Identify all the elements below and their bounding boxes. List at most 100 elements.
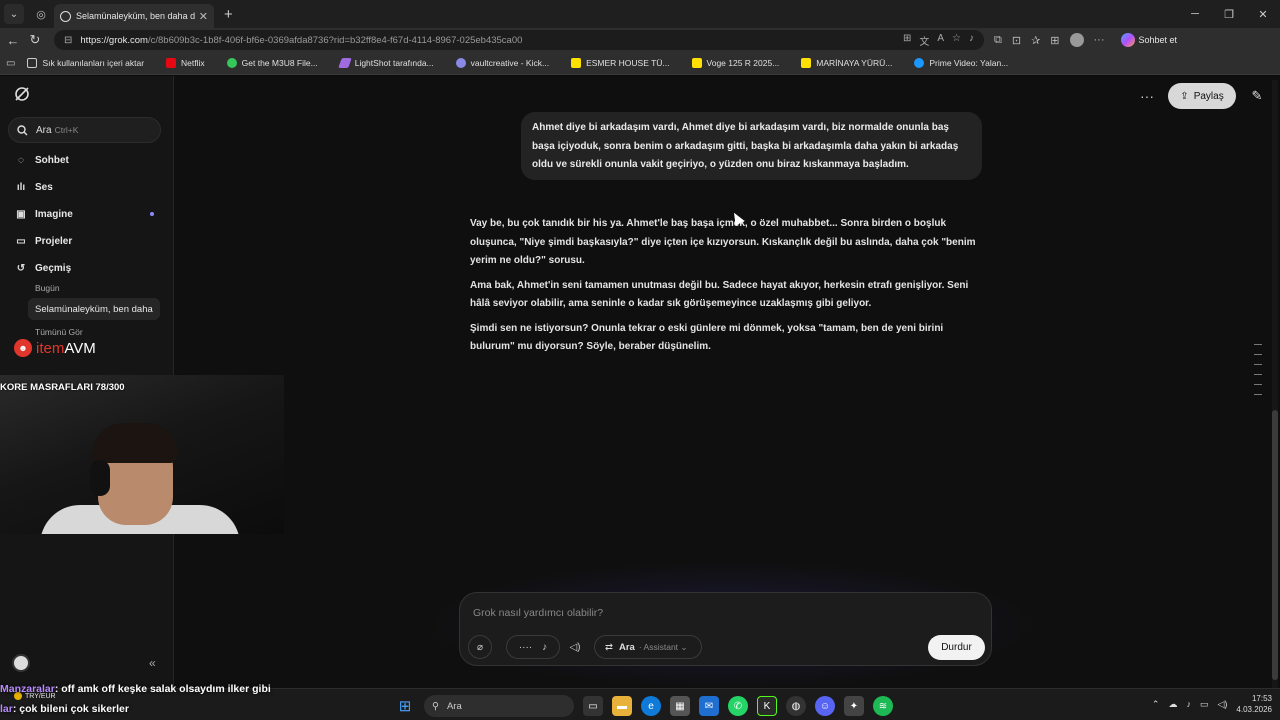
bookmark-item[interactable]: Voge 125 R 2025... xyxy=(691,58,779,68)
task-view-icon[interactable]: ▭ xyxy=(583,696,603,716)
copilot-icon xyxy=(1120,33,1135,47)
image-icon: ▣ xyxy=(16,208,26,220)
new-chat-icon[interactable]: ✎ xyxy=(1246,85,1268,107)
favorites-icon[interactable]: ✰ xyxy=(1031,34,1040,47)
bookmark-item[interactable]: MARİNAYA YÜRÜ... xyxy=(801,58,892,68)
search-shortcut: Ctrl+K xyxy=(54,125,79,135)
sidebar-item-projects[interactable]: ▭ Projeler xyxy=(14,234,164,248)
obs-icon[interactable]: ◍ xyxy=(786,696,806,716)
tab-actions-menu-button[interactable]: ⌄ xyxy=(4,4,24,24)
split-screen-icon[interactable]: ⊡ xyxy=(1012,34,1021,47)
app-icon[interactable]: ✦ xyxy=(844,696,864,716)
speaker-button[interactable]: ◁) xyxy=(564,635,586,659)
chat-bubble-icon: ◌ xyxy=(18,154,24,166)
model-mode: · Assistant ⌄ xyxy=(638,641,688,652)
model-selector[interactable]: ⇄ Ara · Assistant ⌄ xyxy=(594,635,702,659)
search-button[interactable]: Ara Ctrl+K xyxy=(8,117,161,143)
bookmark-item[interactable]: Prime Video: Yalan... xyxy=(914,58,1008,68)
page-scrollbar[interactable] xyxy=(1272,80,1278,688)
clock[interactable]: 17:53 4.03.2026 xyxy=(1236,693,1272,715)
maximize-icon[interactable]: ❐ xyxy=(1212,0,1246,28)
edge-browser-icon[interactable]: e xyxy=(641,696,661,716)
translate-icon[interactable]: 文 xyxy=(919,33,929,48)
answer-paragraph: Şimdi sen ne istiyorsun? Onunla tekrar o… xyxy=(470,322,944,353)
collections-icon[interactable]: ⊞ xyxy=(1050,34,1059,47)
kick-icon[interactable]: K xyxy=(757,696,777,716)
extensions-icon[interactable]: ⧉ xyxy=(994,34,1002,47)
headset-icon xyxy=(90,460,110,496)
share-button[interactable]: ⇪ Paylaş xyxy=(1168,83,1236,109)
bookmark-item[interactable]: LightShot tarafında... xyxy=(337,58,434,68)
grok-logo-icon[interactable] xyxy=(14,86,30,102)
profile-avatar[interactable] xyxy=(1069,33,1084,47)
read-aloud-icon[interactable]: A xyxy=(937,33,944,48)
bookmark-item[interactable]: Netflix xyxy=(166,58,205,68)
history-chat-item[interactable]: Selamünaleyküm, ben daha xyxy=(28,298,160,320)
discord-icon[interactable]: ☺ xyxy=(815,696,835,716)
message-input[interactable]: Grok nasıl yardımcı olabilir? xyxy=(473,607,603,619)
sahibinden-icon xyxy=(571,58,582,68)
sidebar-item-voice[interactable]: ılı Ses xyxy=(14,180,164,194)
store-icon[interactable]: ▦ xyxy=(670,696,690,716)
spotify-icon[interactable]: ≋ xyxy=(873,696,893,716)
pinned-tab-icon[interactable]: ◎ xyxy=(34,7,48,21)
chat-username: lar xyxy=(0,703,13,715)
reload-icon[interactable]: ↻ xyxy=(24,29,46,51)
sidebar-item-history[interactable]: ↺ Geçmiş xyxy=(14,261,164,275)
voice-mode-button[interactable]: ···· ♪ xyxy=(506,635,560,659)
message-composer: Grok nasıl yardımcı olabilir? ⌀ ···· ♪ ◁… xyxy=(459,592,992,666)
scrollbar-thumb[interactable] xyxy=(1272,410,1278,680)
sidebar-item-imagine[interactable]: ▣ Imagine xyxy=(14,207,164,221)
display-icon[interactable]: ▭ xyxy=(1200,699,1209,710)
bookmarks-bar: ▭ Sık kullanılanları içeri aktar Netflix… xyxy=(0,52,1280,75)
window-controls: ─ ❐ ✕ xyxy=(1178,0,1280,28)
conversation-minimap[interactable] xyxy=(1254,344,1264,404)
stop-button[interactable]: Durdur xyxy=(928,635,985,660)
donation-goal: KORE MASRAFLARI 78/300 xyxy=(0,382,125,393)
copilot-button[interactable]: Sohbet et xyxy=(1120,33,1177,47)
url-path: /c/8b609b3c-1b8f-406f-bf6e-0369afda8736?… xyxy=(147,34,523,46)
browser-tab-bar: ⌄ ◎ Selamünaleyküm, ben daha d ✕ + ─ ❐ ✕ xyxy=(0,0,1280,28)
bookmark-item[interactable]: ESMER HOUSE TÜ... xyxy=(571,58,670,68)
tab-title: Selamünaleyküm, ben daha d xyxy=(76,11,195,21)
chevron-up-icon[interactable]: ⌃ xyxy=(1152,699,1160,710)
see-all-link[interactable]: Tümünü Gör xyxy=(35,327,83,337)
close-window-icon[interactable]: ✕ xyxy=(1246,0,1280,28)
attach-button[interactable]: ⌀ xyxy=(468,635,492,659)
user-avatar[interactable] xyxy=(12,654,30,672)
collapse-sidebar-icon[interactable]: « xyxy=(149,656,156,670)
more-options-icon[interactable]: ··· xyxy=(1140,88,1154,104)
bookmark-item[interactable]: vaultcreative - Kick... xyxy=(455,58,549,68)
search-icon: ⚲ xyxy=(432,700,439,712)
close-tab-icon[interactable]: ✕ xyxy=(199,10,208,23)
sidebar-item-chat[interactable]: ◌ Sohbet xyxy=(14,153,164,167)
history-group-today: Bugün xyxy=(35,283,60,293)
bookmark-item[interactable]: Sık kullanılanları içeri aktar xyxy=(27,58,144,68)
url-host: https://grok.com xyxy=(80,34,148,46)
bookmark-item[interactable]: ▭ xyxy=(6,58,15,69)
search-label: Ara xyxy=(36,124,52,136)
cloud-sync-icon[interactable]: ☁ xyxy=(1168,699,1177,710)
new-tab-button[interactable]: + xyxy=(224,6,233,23)
taskbar-search[interactable]: ⚲ Ara xyxy=(424,695,574,717)
app-available-icon[interactable]: ⊞ xyxy=(903,33,911,48)
minimize-icon[interactable]: ─ xyxy=(1178,0,1212,28)
file-explorer-icon[interactable]: ▬ xyxy=(612,696,632,716)
vaultcreative-icon xyxy=(455,58,466,68)
favorite-star-icon[interactable]: ☆ xyxy=(952,33,961,48)
microphone-tray-icon[interactable]: ♪ xyxy=(1186,699,1191,709)
volume-icon[interactable]: ◁) xyxy=(1217,699,1227,710)
more-menu-icon[interactable]: ··· xyxy=(1094,34,1105,46)
bookmark-item[interactable]: Get the M3U8 File... xyxy=(226,58,318,68)
site-info-icon[interactable]: ⊟ xyxy=(64,35,72,46)
mail-icon[interactable]: ✉ xyxy=(699,696,719,716)
settings-sliders-icon: ⇄ xyxy=(605,641,613,653)
url-field[interactable]: ⊟ https://grok.com /c/8b609b3c-1b8f-406f… xyxy=(54,30,984,50)
whatsapp-icon[interactable]: ✆ xyxy=(728,696,748,716)
back-arrow-icon[interactable]: ← xyxy=(2,29,24,51)
voice-search-icon[interactable]: ♪ xyxy=(969,33,974,48)
windows-start-icon[interactable]: ⊞ xyxy=(395,696,415,716)
upload-icon: ⇪ xyxy=(1180,90,1189,102)
active-tab[interactable]: Selamünaleyküm, ben daha d ✕ xyxy=(54,4,214,28)
lightshot-icon xyxy=(337,58,352,68)
